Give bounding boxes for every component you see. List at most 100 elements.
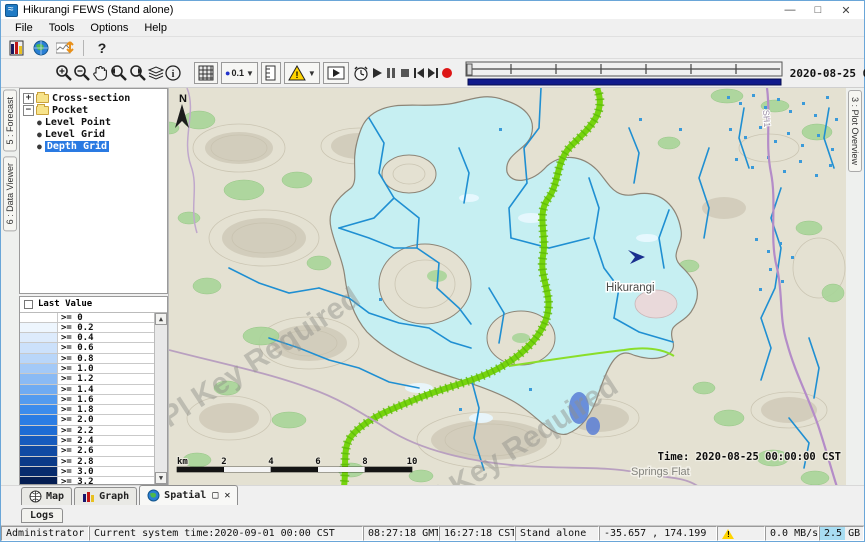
status-coordinates: -35.657 , 174.199 — [599, 526, 717, 541]
legend-row[interactable]: >= 3.2 — [20, 477, 154, 484]
legend-row[interactable]: >= 0 — [20, 313, 154, 323]
layers-icon[interactable] — [147, 62, 165, 84]
locality-label: Springs Flat — [631, 466, 690, 478]
tab-restore-icon[interactable]: □ — [212, 490, 218, 501]
scale-tick: 8 — [362, 457, 367, 467]
scale-ruler-button[interactable] — [261, 62, 281, 84]
tree-item-label: Depth Grid — [45, 141, 109, 152]
status-memory[interactable]: 2.5 GB — [819, 526, 864, 541]
tab-close-icon[interactable]: ✕ — [224, 490, 230, 501]
tab-logs[interactable]: Logs — [21, 508, 63, 523]
zoom-next-icon[interactable] — [128, 62, 147, 84]
threshold-dropdown[interactable]: ● 0.1 ▼ — [221, 62, 258, 84]
tab-data-viewer[interactable]: 6 : Data Viewer — [3, 156, 17, 231]
legend-color-swatch — [20, 457, 58, 466]
legend-color-swatch — [20, 374, 58, 383]
tree-item-cross-section[interactable]: + Cross-section — [23, 92, 167, 104]
tab-map[interactable]: Map — [21, 487, 72, 505]
legend-row[interactable]: >= 2.6 — [20, 446, 154, 456]
play-button[interactable] — [370, 62, 384, 84]
step-forward-button[interactable] — [426, 62, 440, 84]
app-logo-icon — [5, 4, 18, 17]
expand-plus-icon[interactable]: + — [23, 93, 34, 104]
legend-row[interactable]: >= 2.8 — [20, 457, 154, 467]
record-button[interactable] — [440, 62, 454, 84]
warning-dropdown[interactable]: ! ▼ — [284, 62, 320, 84]
zoom-in-icon[interactable] — [55, 62, 73, 84]
tree-item-level-grid[interactable]: ● Level Grid — [23, 128, 167, 140]
legend-row[interactable]: >= 2.0 — [20, 415, 154, 425]
pause-button[interactable] — [384, 62, 398, 84]
animation-clock-icon[interactable] — [352, 62, 370, 84]
legend-row[interactable]: >= 1.0 — [20, 364, 154, 374]
stop-button[interactable] — [398, 62, 412, 84]
tree-item-label: Level Grid — [45, 129, 105, 140]
menu-file[interactable]: File — [7, 20, 41, 36]
legend-color-swatch — [20, 477, 58, 484]
info-icon[interactable]: i — [165, 62, 182, 84]
close-button[interactable]: ✕ — [832, 4, 860, 17]
tree-item-pocket[interactable]: − Pocket — [23, 104, 167, 116]
bullet-icon: ● — [37, 118, 42, 127]
legend-scrollbar[interactable]: ▲ ▼ — [154, 313, 167, 484]
tab-graph[interactable]: Graph — [74, 487, 137, 505]
logs-tab-row: Logs — [1, 505, 864, 525]
movie-player-button[interactable] — [323, 62, 349, 84]
tab-map-label: Map — [46, 491, 64, 502]
minimize-button[interactable]: — — [776, 4, 804, 16]
globe-icon[interactable] — [29, 38, 53, 58]
legend-row[interactable]: >= 0.2 — [20, 323, 154, 333]
collapse-minus-icon[interactable]: − — [23, 105, 34, 116]
step-back-button[interactable] — [412, 62, 426, 84]
zoom-out-icon[interactable] — [73, 62, 91, 84]
timeline-slider[interactable]: 2020-08-25 00:00:00 CST — [464, 60, 865, 86]
legend-value: >= 2.4 — [58, 436, 154, 445]
tab-plot-overview[interactable]: 3 : Plot Overview — [848, 90, 862, 172]
legend-row[interactable]: >= 0.6 — [20, 343, 154, 353]
scroll-up-icon[interactable]: ▲ — [155, 313, 167, 325]
bullet-icon: ● — [37, 130, 42, 139]
layer-panel: + Cross-section − Pocket ● Level Point ●… — [19, 88, 169, 485]
legend-color-swatch — [20, 323, 58, 332]
map-time-overlay: Time: 2020-08-25 00:00:00 CST — [658, 451, 841, 463]
explorer-bars-icon[interactable] — [5, 38, 29, 58]
pan-hand-icon[interactable] — [91, 62, 109, 84]
menu-tools[interactable]: Tools — [41, 20, 83, 36]
menu-help[interactable]: Help — [136, 20, 175, 36]
tab-spatial-label: Spatial — [164, 490, 206, 501]
legend-row[interactable]: >= 0.4 — [20, 333, 154, 343]
maximize-button[interactable]: □ — [804, 4, 832, 16]
last-value-checkbox[interactable] — [24, 300, 33, 309]
legend-color-swatch — [20, 354, 58, 363]
legend-row[interactable]: >= 1.4 — [20, 385, 154, 395]
status-warning-cell[interactable] — [717, 526, 765, 541]
legend-value: >= 0.8 — [58, 354, 154, 363]
status-transfer-rate: 0.0 MB/s — [765, 526, 819, 541]
tree-item-depth-grid[interactable]: ● Depth Grid — [23, 140, 167, 152]
legend-row[interactable]: >= 1.8 — [20, 405, 154, 415]
status-gmt-time: 08:27:18 GMT — [363, 526, 439, 541]
zoom-previous-icon[interactable] — [109, 62, 128, 84]
tab-spatial[interactable]: Spatial □ ✕ — [139, 485, 238, 505]
legend-row[interactable]: >= 2.4 — [20, 436, 154, 446]
grid-display-button[interactable] — [194, 62, 218, 84]
tree-item-level-point[interactable]: ● Level Point — [23, 116, 167, 128]
scroll-down-icon[interactable]: ▼ — [155, 472, 167, 484]
legend-value: >= 0.6 — [58, 343, 154, 352]
legend-row[interactable]: >= 1.6 — [20, 395, 154, 405]
legend-value: >= 3.0 — [58, 467, 154, 476]
menu-options[interactable]: Options — [82, 20, 136, 36]
map-canvas[interactable]: API Key Required API Key Required Hikura… — [169, 88, 846, 485]
legend-row[interactable]: >= 2.2 — [20, 426, 154, 436]
threshold-dot-icon: ● — [225, 68, 230, 78]
help-button[interactable]: ? — [90, 38, 114, 58]
legend-value: >= 0 — [58, 313, 154, 322]
timeseries-dialog-icon[interactable] — [53, 38, 77, 58]
legend-row[interactable]: >= 3.0 — [20, 467, 154, 477]
tab-forecast[interactable]: 5 : Forecast — [3, 90, 17, 152]
legend-color-swatch — [20, 313, 58, 322]
legend-value: >= 2.2 — [58, 426, 154, 435]
legend-row[interactable]: >= 1.2 — [20, 374, 154, 384]
legend-row[interactable]: >= 0.8 — [20, 354, 154, 364]
legend-color-swatch — [20, 395, 58, 404]
